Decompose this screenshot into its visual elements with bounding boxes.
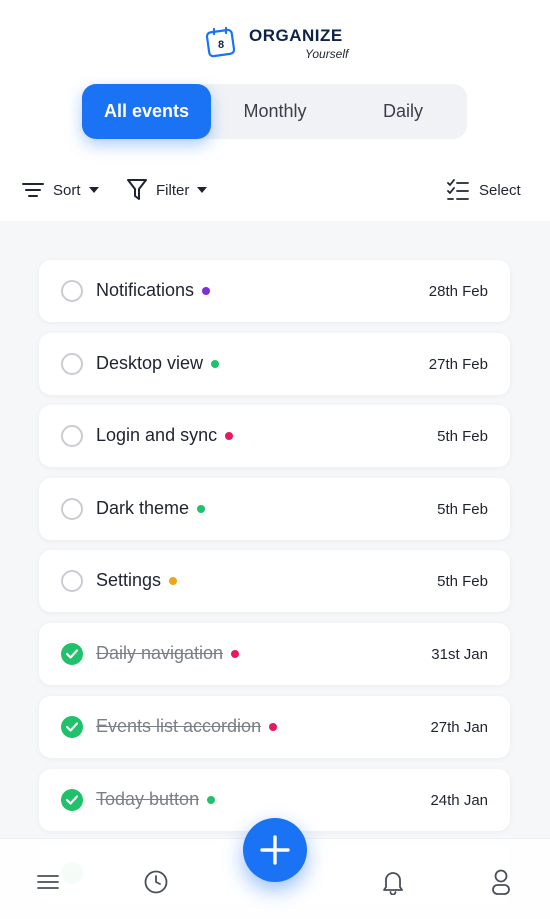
event-checkbox[interactable]	[61, 280, 83, 302]
event-title-text: Events list accordion	[96, 716, 262, 736]
event-date: 27th Jan	[430, 719, 488, 736]
category-dot	[202, 286, 211, 295]
event-title-text: Settings	[96, 570, 162, 590]
event-card[interactable]: Daily navigation 31st Jan	[39, 623, 510, 685]
app-header: 8 ORGANIZE Yourself	[0, 0, 550, 80]
event-title-text: Desktop view	[96, 353, 204, 373]
event-card[interactable]: Desktop view 27th Feb	[39, 333, 510, 395]
chevron-down-icon	[88, 187, 99, 193]
filter-button[interactable]: Filter	[126, 178, 208, 202]
filter-label: Filter	[156, 181, 190, 199]
list-toolbar: Sort Filter Select	[0, 170, 550, 210]
event-date: 28th Feb	[428, 283, 488, 300]
select-label: Select	[479, 181, 521, 199]
event-checkbox-checked[interactable]	[61, 716, 83, 738]
event-checkbox-checked[interactable]	[61, 643, 83, 665]
category-dot	[207, 795, 216, 804]
event-date: 24th Jan	[430, 792, 488, 809]
checklist-icon	[447, 179, 469, 200]
event-title: Notifications	[96, 280, 211, 301]
event-date: 31st Jan	[431, 646, 488, 663]
event-title: Login and sync	[96, 425, 234, 446]
category-dot	[231, 649, 240, 658]
logo-day-number: 8	[218, 39, 224, 51]
app-subtitle: Yourself	[305, 47, 349, 61]
event-card[interactable]: Notifications 28th Feb	[39, 260, 510, 322]
event-title-text: Notifications	[96, 280, 195, 300]
event-checkbox[interactable]	[61, 570, 83, 592]
event-card[interactable]: Settings 5th Feb	[39, 550, 510, 612]
event-date: 5th Feb	[437, 573, 488, 590]
event-title-text: Daily navigation	[96, 643, 224, 663]
category-dot	[269, 722, 278, 731]
plus-icon	[260, 835, 290, 865]
sort-label: Sort	[53, 181, 81, 199]
event-title: Settings	[96, 570, 178, 591]
event-title: Today button	[96, 789, 216, 810]
event-checkbox-checked[interactable]	[61, 789, 83, 811]
category-dot	[197, 504, 206, 513]
tab-monthly[interactable]: Monthly	[211, 84, 339, 139]
sort-icon	[22, 183, 44, 197]
select-button[interactable]: Select	[447, 178, 521, 202]
event-card[interactable]: Dark theme 5th Feb	[39, 478, 510, 540]
category-dot	[169, 576, 178, 585]
app-title: ORGANIZE	[249, 26, 343, 45]
category-dot	[211, 359, 220, 368]
view-tabs: All events Monthly Daily	[82, 84, 467, 139]
event-title: Desktop view	[96, 353, 220, 374]
event-title: Events list accordion	[96, 716, 278, 737]
event-list: Notifications 28th Feb Desktop view 27th…	[0, 221, 550, 919]
calendar-logo-icon: 8	[205, 26, 236, 58]
event-date: 27th Feb	[428, 356, 488, 373]
event-title-text: Today button	[96, 789, 200, 809]
event-title-text: Login and sync	[96, 425, 218, 445]
checkmark-icon	[66, 795, 78, 805]
add-event-button[interactable]	[243, 818, 307, 882]
event-card[interactable]: Login and sync 5th Feb	[39, 405, 510, 467]
sort-button[interactable]: Sort	[22, 178, 99, 202]
event-title: Dark theme	[96, 498, 206, 519]
menu-icon[interactable]	[37, 874, 59, 890]
category-dot	[225, 431, 234, 440]
bell-icon[interactable]	[382, 869, 404, 895]
event-date: 5th Feb	[437, 501, 488, 518]
event-title: Daily navigation	[96, 643, 240, 664]
event-date: 5th Feb	[437, 428, 488, 445]
user-icon[interactable]	[491, 868, 511, 896]
event-card[interactable]: Events list accordion 27th Jan	[39, 696, 510, 758]
checkmark-icon	[66, 649, 78, 659]
tab-all-events[interactable]: All events	[82, 84, 211, 139]
checkmark-icon	[66, 722, 78, 732]
event-title-text: Dark theme	[96, 498, 190, 518]
event-checkbox[interactable]	[61, 498, 83, 520]
clock-icon[interactable]	[144, 870, 168, 894]
tab-daily[interactable]: Daily	[339, 84, 467, 139]
chevron-down-icon	[197, 187, 208, 193]
event-checkbox[interactable]	[61, 425, 83, 447]
filter-icon	[127, 179, 147, 200]
event-checkbox[interactable]	[61, 353, 83, 375]
